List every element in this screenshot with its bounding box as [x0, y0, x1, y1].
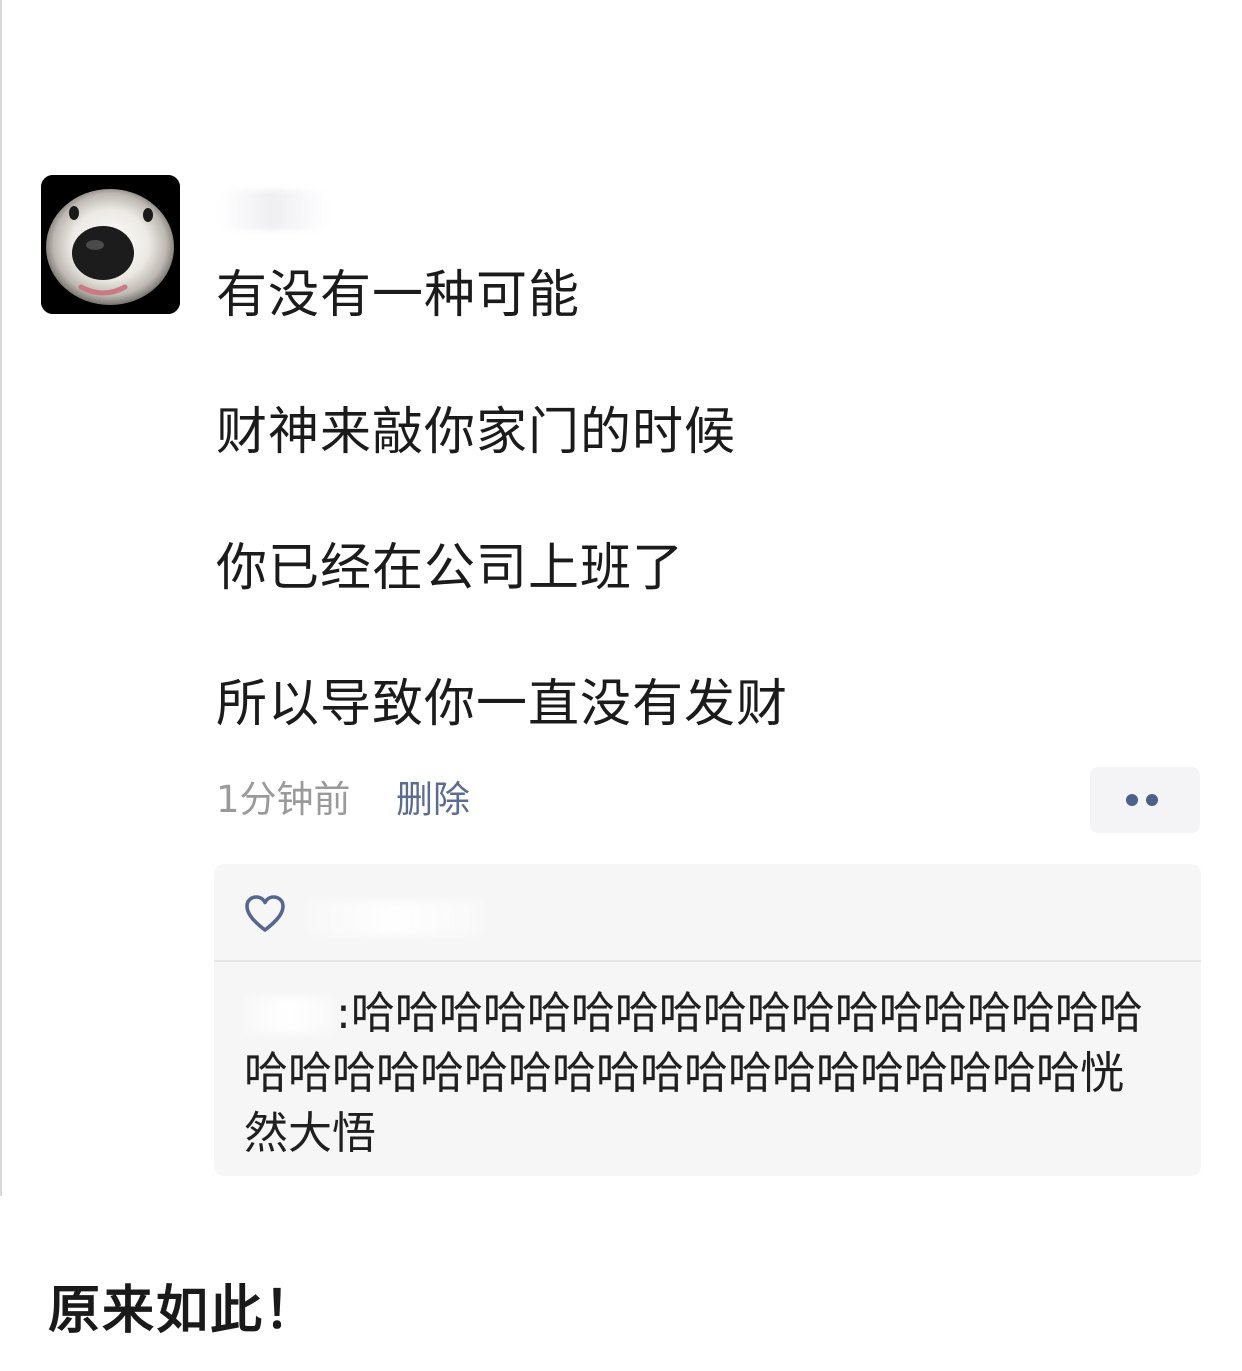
heart-icon[interactable]: [244, 894, 286, 934]
delete-link[interactable]: 删除: [396, 776, 470, 824]
post-text-line-4: 所以导致你一直没有发财: [216, 675, 789, 734]
more-button[interactable]: [1090, 767, 1200, 833]
nickname-redacted: [218, 190, 328, 230]
post-timestamp: 1分钟前: [216, 778, 351, 821]
comment-author-redacted: [244, 996, 336, 1034]
comment-text: 哈哈哈哈哈哈哈哈哈哈哈哈哈哈哈哈哈哈哈哈哈哈哈哈哈哈哈哈哈哈哈哈哈哈哈哈哈恍然大…: [244, 988, 1143, 1159]
interaction-panel: :哈哈哈哈哈哈哈哈哈哈哈哈哈哈哈哈哈哈哈哈哈哈哈哈哈哈哈哈哈哈哈哈哈哈哈哈哈恍然…: [214, 864, 1201, 1176]
dog-face-icon: [41, 175, 180, 314]
more-dots-icon: [1126, 794, 1138, 806]
left-edge-line: [0, 0, 2, 1196]
likes-row: [214, 864, 1201, 960]
panel-divider: [214, 960, 1201, 962]
post-text-line-3: 你已经在公司上班了: [216, 539, 685, 598]
post-text-line-2: 财神来敲你家门的时候: [216, 403, 737, 462]
liker-names-redacted: [304, 900, 484, 936]
caption-text: 原来如此！: [48, 1281, 319, 1341]
comment-item[interactable]: :哈哈哈哈哈哈哈哈哈哈哈哈哈哈哈哈哈哈哈哈哈哈哈哈哈哈哈哈哈哈哈哈哈哈哈哈哈恍然…: [244, 984, 1164, 1164]
comment-separator: :: [336, 988, 351, 1039]
post-text-line-1: 有没有一种可能: [216, 266, 581, 325]
avatar[interactable]: [41, 175, 180, 314]
more-dots-icon-dot: [1146, 794, 1158, 806]
